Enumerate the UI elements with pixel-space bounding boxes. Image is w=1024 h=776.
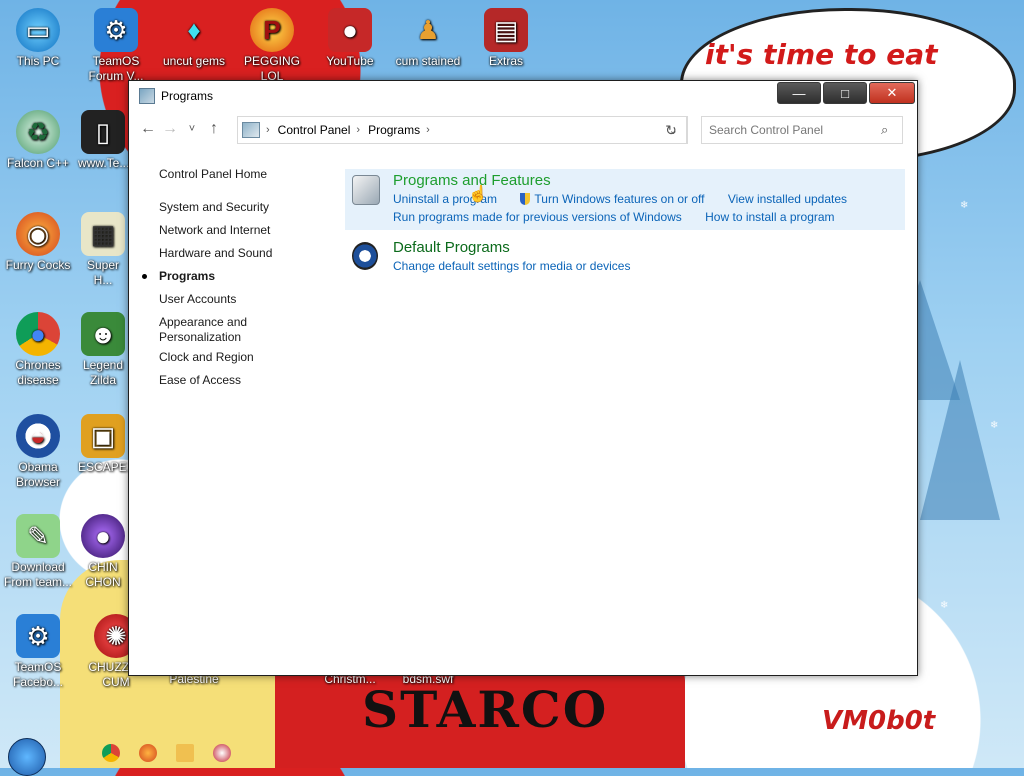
folder-icon: ▤ [484,8,528,52]
snowflake: ❄ [700,700,709,711]
links-row: Run programs made for previous versions … [393,208,905,226]
desktop-icon-cum-stained[interactable]: ♟ cum stained [390,8,466,69]
link-change-default-settings[interactable]: Change default settings for media or dev… [393,259,630,273]
forward-arrow-icon[interactable]: → [159,120,181,138]
sidebar-item-programs[interactable]: Programs [129,269,339,284]
sidebar-item-hardware-sound[interactable]: Hardware and Sound [129,246,339,261]
search-input[interactable] [702,122,881,138]
desktop-icon-chin-chon[interactable]: ● CHIN CHON [78,514,128,590]
title-bar[interactable]: Programs — □ ✕ [129,81,917,111]
signature: VM0b0t [822,706,936,736]
snowflake: ❄ [990,420,999,431]
category-programs-features: Programs and Features Uninstall a progra… [345,169,905,230]
search-box[interactable]: ⌕ [701,116,903,144]
breadcrumb-separator-icon: › [426,124,430,136]
sidebar-item-clock-region[interactable]: Clock and Region [129,350,339,365]
game-icon: ▦ [81,212,125,256]
file-explorer-icon[interactable] [176,744,194,762]
snowflake: ❄ [940,600,949,611]
back-arrow-icon[interactable]: ← [137,120,159,138]
link-how-to-install[interactable]: How to install a program [705,210,834,224]
file-icon: ▯ [81,110,125,154]
sidebar-item-control-panel-home[interactable]: Control Panel Home [129,167,339,182]
wallpaper-tree [920,360,1000,520]
angry-bird-icon: ● [328,8,372,52]
shield-icon [520,193,531,205]
breadcrumb-programs[interactable]: Programs [368,123,420,137]
sidebar: Control Panel Home System and Security N… [129,147,339,388]
category-default-programs: Default Programs Change default settings… [345,236,905,279]
link-turn-windows-features[interactable]: Turn Windows features on or off [520,192,704,206]
sidebar-item-network-internet[interactable]: Network and Internet [129,223,339,238]
obama-logo-icon: ◒ [16,414,60,458]
firefox-icon: ◉ [16,212,60,256]
notepad-icon: ✎ [16,514,60,558]
recycle-icon: ♻ [16,110,60,154]
close-button[interactable]: ✕ [869,82,915,104]
breadcrumb-control-panel[interactable]: Control Panel [278,123,351,137]
desktop-icon-youtube[interactable]: ● YouTube [312,8,388,69]
hand-cursor-icon: ☝ [468,186,488,203]
desktop-icon-pegging[interactable]: P PEGGING LOL [234,8,310,84]
desktop-icon-super-h[interactable]: ▦ Super H... [78,212,128,288]
desktop-icon-uncut-gems[interactable]: ♦ uncut gems [156,8,232,69]
snowflake: ❄ [960,200,969,211]
gear-icon: ⚙ [16,614,60,658]
desktop-icon-extras[interactable]: ▤ Extras [468,8,544,69]
start-button[interactable] [8,738,46,776]
control-panel-icon [139,88,155,104]
gear-icon: ⚙ [94,8,138,52]
default-programs-icon [352,242,378,270]
control-panel-window: Programs — □ ✕ ← → ˅ ↑ › Control Panel ›… [128,80,918,676]
address-bar[interactable]: › Control Panel › Programs › ⌄ [237,116,687,144]
p-logo-icon: P [250,8,294,52]
programs-features-icon [352,175,380,205]
sidebar-item-appearance[interactable]: Appearance and Personalization [129,315,269,345]
sidebar-item-ease-of-access[interactable]: Ease of Access [129,373,339,388]
desktop-icon-www-te[interactable]: ▯ www.Te... [78,110,129,171]
link-view-installed-updates[interactable]: View installed updates [728,192,847,206]
sidebar-item-system-security[interactable]: System and Security [129,200,339,215]
desktop-icon-escape[interactable]: ▣ ESCAPE... [78,414,137,475]
desktop-icon-obama-browser[interactable]: ◒ Obama Browser [0,414,76,490]
link-run-older-programs[interactable]: Run programs made for previous versions … [393,210,682,224]
shirt-text: STARCO [362,680,609,739]
ball-icon: ● [81,514,125,558]
desktop-icon-legend-zilda[interactable]: ☻ Legend Zilda [78,312,128,388]
links-row: Change default settings for media or dev… [393,257,905,275]
chrome-icon: ● [16,312,60,356]
minimize-button[interactable]: — [777,82,821,104]
desktop-icon-download[interactable]: ✎ Download From team... [0,514,76,590]
monitor-icon: ▭ [16,8,60,52]
control-panel-icon [242,122,260,138]
desktop-icon-furry-cocks[interactable]: ◉ Furry Cocks [0,212,76,273]
window-controls: — □ ✕ [777,82,915,104]
breadcrumb-separator-icon: › [356,124,361,136]
desktop-icon-chrones-disease[interactable]: ● Chrones disease [0,312,76,388]
category-title-default-programs[interactable]: Default Programs [393,239,905,257]
breadcrumb-separator-icon: › [266,124,270,136]
desktop-icon-falcon-cpp[interactable]: ♻ Falcon C++ [0,110,76,171]
desktop-icon-teamos-facebook[interactable]: ⚙ TeamOS Facebo... [0,614,76,690]
santa-icon: ♟ [416,14,440,45]
recent-locations-chevron-icon[interactable]: ˅ [181,123,203,135]
window-title: Programs [161,89,214,103]
content-area: Programs and Features Uninstall a progra… [345,169,905,279]
desktop-icon-teamos-forum[interactable]: ⚙ TeamOS Forum V... [78,8,154,84]
desktop-icon-this-pc[interactable]: ▭ This PC [0,8,76,69]
diamond-icon: ♦ [187,14,201,45]
box-icon: ▣ [81,414,125,458]
up-arrow-icon[interactable]: ↑ [203,120,225,138]
app-icon[interactable] [213,744,231,762]
navigation-bar: ← → ˅ ↑ › Control Panel › Programs › ⌄ ↻… [129,111,917,147]
chrome-icon[interactable] [102,744,120,762]
taskbar [0,738,1024,776]
firefox-icon[interactable] [139,744,157,762]
search-icon[interactable]: ⌕ [881,122,888,138]
active-bullet-icon [142,274,147,279]
character-icon: ☻ [81,312,125,356]
refresh-icon[interactable]: ↻ [655,116,688,144]
maximize-button[interactable]: □ [823,82,867,104]
sidebar-item-user-accounts[interactable]: User Accounts [129,292,339,307]
